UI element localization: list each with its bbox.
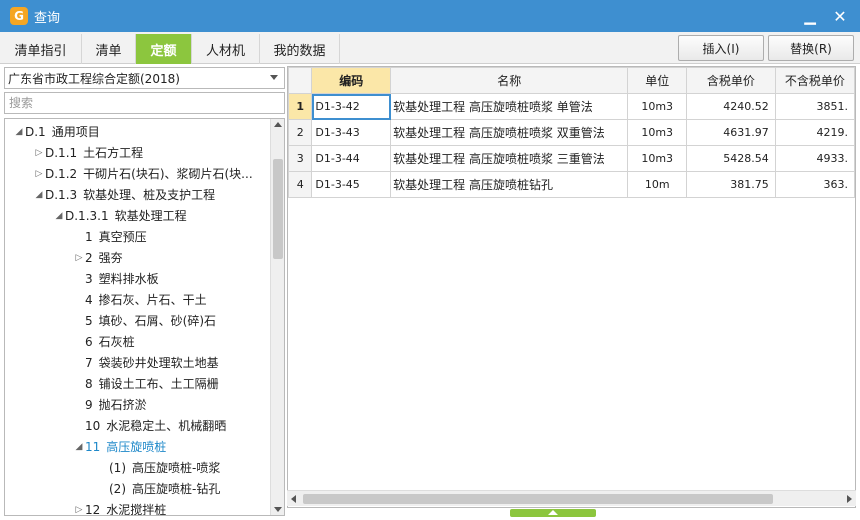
cell-price-notax[interactable]: 3851.	[774, 93, 855, 120]
tree-node[interactable]: (1) 高压旋喷桩-喷浆	[5, 457, 220, 478]
grid-horizontal-scrollbar[interactable]	[287, 490, 856, 506]
row-number[interactable]: 2	[288, 119, 313, 146]
quota-tree: ◢ D.1 通用项目 ▷ D.1.1 土石方工程 ▷ D.1.2 干砌片石(块石…	[4, 118, 285, 516]
chevron-up-icon	[548, 510, 558, 515]
cell-code[interactable]: D1-3-42	[311, 93, 392, 120]
column-header-name[interactable]: 名称	[390, 67, 629, 94]
tab-bar: 清单指引 清单 定额 人材机 我的数据 插入(I) 替换(R)	[0, 32, 860, 64]
cell-code[interactable]: D1-3-45	[311, 171, 392, 198]
cell-unit[interactable]: 10m3	[627, 93, 688, 120]
column-header-rownum	[288, 67, 313, 94]
expand-arrow-icon[interactable]: ▷	[73, 505, 85, 515]
cell-price-tax[interactable]: 4240.52	[686, 93, 776, 120]
tree-node[interactable]: ◢ D.1.3 软基处理、桩及支护工程	[5, 184, 216, 205]
scroll-left-icon[interactable]	[291, 495, 296, 503]
cell-name[interactable]: 软基处理工程 高压旋喷桩喷浆 三重管法	[390, 145, 629, 172]
cell-price-tax[interactable]: 5428.54	[686, 145, 776, 172]
tree-node[interactable]: 4 掺石灰、片石、干土	[5, 289, 207, 310]
cell-name[interactable]: 软基处理工程 高压旋喷桩喷浆 单管法	[390, 93, 629, 120]
expand-arrow-icon[interactable]: ◢	[53, 211, 65, 221]
tree-node[interactable]: 9 抛石挤淤	[5, 394, 147, 415]
row-number[interactable]: 1	[288, 93, 313, 120]
cell-unit[interactable]: 10m3	[627, 119, 688, 146]
tree-node[interactable]: 10 水泥稳定土、机械翻晒	[5, 415, 226, 436]
quota-table: 编码 名称 单位 含税单价 不含税单价 1 D1-3-42 软基处理工程 高压旋…	[288, 67, 855, 198]
table-row[interactable]: 4 D1-3-45 软基处理工程 高压旋喷桩钻孔 10m 381.75 363.	[288, 171, 855, 198]
tree-node[interactable]: 8 铺设土工布、土工隔栅	[5, 373, 219, 394]
tree-node[interactable]: (2) 高压旋喷桩-钻孔	[5, 478, 220, 499]
tree-node[interactable]: 1 真空预压	[5, 226, 147, 247]
table-row[interactable]: 2 D1-3-43 软基处理工程 高压旋喷桩喷浆 双重管法 10m3 4631.…	[288, 119, 855, 146]
cell-price-notax[interactable]: 4219.	[774, 119, 855, 146]
quota-grid: 编码 名称 单位 含税单价 不含税单价 1 D1-3-42 软基处理工程 高压旋…	[287, 66, 856, 508]
tree-node[interactable]: ▷ 2 强夯	[5, 247, 123, 268]
close-icon[interactable]: ✕	[830, 6, 850, 26]
chevron-down-icon	[270, 75, 278, 80]
cell-unit[interactable]: 10m3	[627, 145, 688, 172]
left-panel: 广东省市政工程综合定额(2018) ◢ D.1 通用项目 ▷ D.1.1 土石方…	[4, 66, 286, 516]
scroll-down-icon[interactable]	[274, 507, 282, 512]
tree-node[interactable]: 7 袋装砂井处理软土地基	[5, 352, 219, 373]
tree-node[interactable]: ◢ D.1.3.1 软基处理工程	[5, 205, 187, 226]
minimize-icon[interactable]: ▁	[800, 6, 820, 26]
tree-node[interactable]: 6 石灰桩	[5, 331, 135, 352]
cell-price-tax[interactable]: 381.75	[686, 171, 776, 198]
title-bar: G 查询 ▁ ✕	[0, 0, 860, 32]
replace-button[interactable]: 替换(R)	[768, 35, 854, 61]
column-header-code[interactable]: 编码	[311, 67, 392, 94]
cell-code[interactable]: D1-3-43	[311, 119, 392, 146]
expand-arrow-icon[interactable]: ◢	[13, 127, 25, 137]
cell-price-notax[interactable]: 363.	[774, 171, 855, 198]
column-header-unit[interactable]: 单位	[627, 67, 688, 94]
tree-node[interactable]: 3 塑料排水板	[5, 268, 159, 289]
table-row[interactable]: 1 D1-3-42 软基处理工程 高压旋喷桩喷浆 单管法 10m3 4240.5…	[288, 93, 855, 120]
tab-bill[interactable]: 清单	[82, 34, 136, 64]
scroll-thumb[interactable]	[303, 494, 773, 504]
expand-arrow-icon[interactable]: ▷	[73, 253, 85, 263]
column-header-price-notax[interactable]: 不含税单价	[774, 67, 855, 94]
expand-arrow-icon[interactable]: ◢	[73, 442, 85, 452]
cell-price-notax[interactable]: 4933.	[774, 145, 855, 172]
window-title: 查询	[34, 10, 61, 26]
cell-price-tax[interactable]: 4631.97	[686, 119, 776, 146]
panel-collapse-handle[interactable]	[510, 509, 596, 517]
row-number[interactable]: 3	[288, 145, 313, 172]
scroll-thumb[interactable]	[273, 159, 283, 259]
scroll-right-icon[interactable]	[847, 495, 852, 503]
column-header-price-tax[interactable]: 含税单价	[686, 67, 776, 94]
tab-bill-guide[interactable]: 清单指引	[0, 34, 82, 64]
expand-arrow-icon[interactable]: ▷	[33, 169, 45, 179]
cell-name[interactable]: 软基处理工程 高压旋喷桩钻孔	[390, 171, 629, 198]
scroll-up-icon[interactable]	[274, 122, 282, 127]
insert-button[interactable]: 插入(I)	[678, 35, 764, 61]
cell-name[interactable]: 软基处理工程 高压旋喷桩喷浆 双重管法	[390, 119, 629, 146]
search-input[interactable]	[4, 92, 285, 114]
tree-node[interactable]: ▷ D.1.1 土石方工程	[5, 142, 144, 163]
table-row[interactable]: 3 D1-3-44 软基处理工程 高压旋喷桩喷浆 三重管法 10m3 5428.…	[288, 145, 855, 172]
tree-node[interactable]: ◢ D.1 通用项目	[5, 121, 100, 142]
expand-arrow-icon[interactable]: ◢	[33, 190, 45, 200]
tab-quota[interactable]: 定额	[136, 34, 192, 64]
expand-arrow-icon[interactable]: ▷	[33, 148, 45, 158]
tree-vertical-scrollbar[interactable]	[270, 119, 284, 515]
cell-unit[interactable]: 10m	[627, 171, 688, 198]
cell-code[interactable]: D1-3-44	[311, 145, 392, 172]
tab-labor-material-machine[interactable]: 人材机	[192, 34, 260, 64]
library-select[interactable]: 广东省市政工程综合定额(2018)	[4, 67, 285, 89]
tab-my-data[interactable]: 我的数据	[260, 34, 340, 64]
tree-node[interactable]: 5 填砂、石屑、砂(碎)石	[5, 310, 216, 331]
library-select-value: 广东省市政工程综合定额(2018)	[8, 71, 180, 86]
row-number[interactable]: 4	[288, 171, 313, 198]
app-logo-icon: G	[10, 7, 28, 25]
tree-node[interactable]: ▷ 12 水泥搅拌桩	[5, 499, 167, 516]
tree-node[interactable]: ▷ D.1.2 干砌片石(块石)、浆砌片石(块...	[5, 163, 253, 184]
tree-node-selected[interactable]: ◢ 11 高压旋喷桩	[5, 436, 167, 457]
